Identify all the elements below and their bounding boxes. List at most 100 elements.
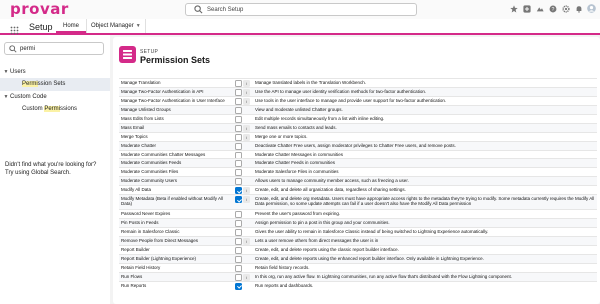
info-icon[interactable]: i [243,238,250,245]
permission-checkbox[interactable] [235,106,242,114]
sidebar-item-permission-sets[interactable]: Permission Sets [0,78,110,91]
quick-find-value: permi [20,46,36,52]
permission-checkbox[interactable] [235,246,242,254]
search-placeholder: Search Setup [207,7,244,13]
permission-description: Create, edit, and delete reports using t… [255,246,399,252]
svg-text:?: ? [551,6,554,12]
permission-name: Moderate Communities Chatter Messages [121,151,206,157]
chevron-down-icon[interactable]: ▼ [136,23,141,29]
permission-name: Moderate Communities Feeds [121,160,182,166]
permission-checkbox[interactable] [235,229,242,237]
permission-checkbox[interactable] [235,80,242,87]
permission-checkbox[interactable] [235,273,242,281]
permission-checkbox[interactable] [235,282,242,290]
quick-find-input[interactable]: permi [4,42,104,55]
permission-name: Moderate Chatter [121,142,157,148]
permission-row-moderate-communities-files: Moderate Communities Files Moderate Sales… [119,167,597,177]
permission-description: View and moderate unlisted Chatter group… [255,106,343,112]
info-icon[interactable]: i [243,88,250,96]
permission-name: Mass Edits from Lists [121,115,164,121]
setup-search-input[interactable]: Search Setup [185,3,417,16]
global-actions-plus-icon[interactable] [522,4,531,13]
permission-row-remain-in-salesforce-classic: Remain in Salesforce Classic Gives the us… [119,227,597,237]
tab-object-manager-label: Object Manager [91,23,134,29]
notifications-bell-icon[interactable] [574,4,583,13]
permission-description: Merge one or more topics. [255,133,308,139]
trailhead-icon[interactable] [535,4,544,13]
permission-description: Use tools in the user interface to manag… [255,97,447,103]
permission-checkbox[interactable] [235,196,242,204]
permission-name: Mass Email [121,124,145,130]
permission-checkbox[interactable] [235,220,242,228]
user-avatar[interactable] [587,4,596,13]
permission-checkbox[interactable] [235,124,242,132]
permission-checkbox[interactable] [235,142,242,150]
permission-checkbox[interactable] [235,255,242,263]
permission-row-modify-metadata-beta-if-enabled-without-modify-all-data: Modify Metadata (Beta if enabled without… [119,194,597,210]
info-icon[interactable]: i [243,97,250,105]
setup-navigation-bar: Setup Home Object Manager ▼ [0,19,600,35]
permission-checkbox[interactable] [235,187,242,195]
permission-name: Retain Field History [121,264,161,270]
permission-checkbox[interactable] [235,151,242,159]
permission-description: Edit multiple records simultaneously fro… [255,115,385,121]
permission-row-moderate-community-users: Moderate Community Users Allows users to … [119,176,597,186]
global-header: provar Search Setup ? [0,0,600,19]
permission-name: Run Flows [121,273,143,279]
permission-checkbox[interactable] [235,133,242,141]
permission-checkbox[interactable] [235,97,242,105]
permission-name: Remain in Salesforce Classic [121,229,180,235]
setup-gear-icon[interactable] [561,4,570,13]
permission-row-moderate-chatter: Moderate Chatter Deactivate Chatter Free … [119,140,597,150]
info-icon[interactable]: i [243,80,250,87]
permission-checkbox[interactable] [235,264,242,272]
permission-checkbox[interactable] [235,169,242,177]
permission-description: Run reports and dashboards. [255,282,314,288]
permission-checkbox[interactable] [235,88,242,96]
permission-row-moderate-communities-chatter-messages: Moderate Communities Chatter Messages Mod… [119,149,597,159]
permission-description: Assign permission to pin a post in this … [255,220,390,226]
permission-description: Prevent the user's password from expirin… [255,211,341,217]
sidebar-section-label: Users [10,69,26,75]
sidebar-help-text: Didn't find what you're looking for? Try… [5,162,97,176]
permission-row-mass-edits-from-lists: Mass Edits from Lists Edit multiple recor… [119,113,597,123]
permission-checkbox[interactable] [235,178,242,186]
permission-description: Send mass emails to contacts and leads. [255,124,337,130]
permission-name: Moderate Communities Files [121,169,179,175]
permission-name: Remove People from Direct Messages [121,238,199,243]
permission-sets-page-icon [119,46,136,63]
permission-checkbox[interactable] [235,115,242,123]
help-icon[interactable]: ? [548,4,557,13]
search-icon [9,45,17,53]
page-title: Permission Sets [140,55,211,65]
permission-checkbox[interactable] [235,211,242,219]
permissions-table: Manage Translation i Manage translated lab… [119,78,597,290]
sidebar-item-label: ssions [60,106,78,112]
info-icon[interactable]: i [243,273,250,281]
permission-checkbox[interactable] [235,238,242,245]
permission-name: Run Reports [121,282,147,288]
info-icon[interactable]: i [243,133,250,141]
tab-object-manager[interactable]: Object Manager ▼ [86,19,146,33]
permission-checkbox[interactable] [235,160,242,168]
permission-name: Moderate Community Users [121,178,178,184]
tab-home[interactable]: Home [56,19,87,33]
header-actions: ? [509,4,596,13]
permission-description: Use the API to manage user identity veri… [255,88,427,94]
permission-row-manage-two-factor-authentication-in-api: Manage Two-Factor Authentication in API i… [119,86,597,96]
sidebar-item-custom-permissions[interactable]: Custom Permissions [0,103,110,116]
permission-name: Modify All Data [121,187,152,193]
info-icon[interactable]: i [243,124,250,132]
favorites-star-icon[interactable] [509,4,518,13]
info-icon[interactable]: i [243,187,250,195]
permission-row-mass-email: Mass Email i Send mass emails to contacts … [119,122,597,132]
setup-sidebar: permi ▼ Users Permission Sets ▼ Custom Cod… [0,35,110,304]
provar-logo[interactable]: provar [10,1,69,18]
permission-row-remove-people-from-direct-messages: Remove People from Direct Messages i Lets … [119,236,597,245]
permission-row-modify-all-data: Modify All Data i Create, edit, and delete… [119,185,597,195]
permission-name: Manage Unlisted Groups [121,106,171,112]
permission-row-run-reports: Run Reports Run reports and dashboards. [119,280,597,290]
permission-name: Report Builder [121,246,150,252]
permission-row-run-flows: Run Flows i In this org, run any active fl… [119,271,597,281]
info-icon[interactable]: i [243,196,250,204]
